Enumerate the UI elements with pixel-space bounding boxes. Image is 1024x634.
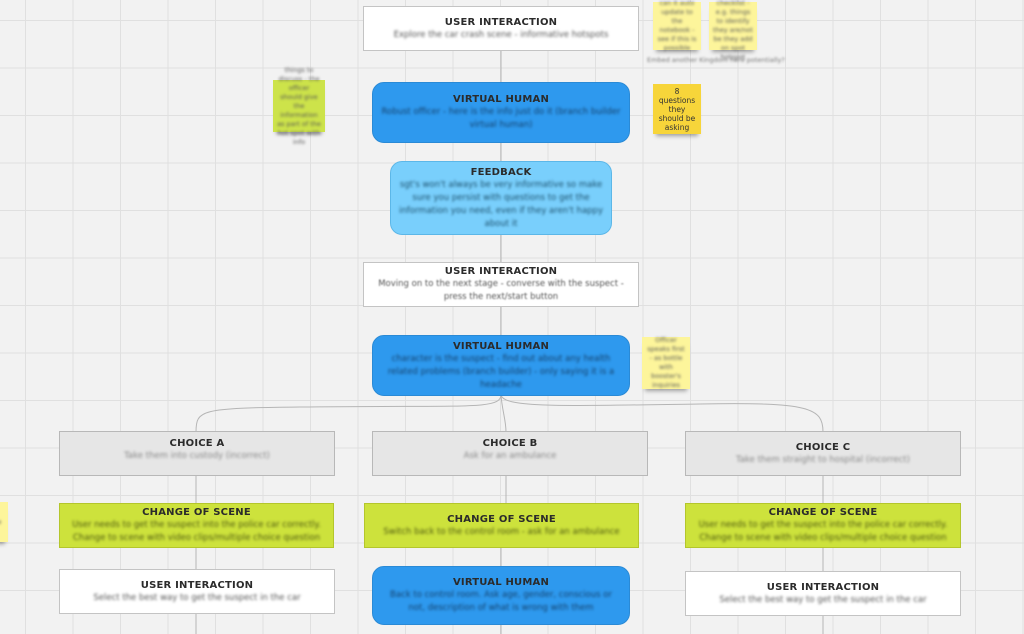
user-interaction-node-explore[interactable]: USER INTERACTION Explore the car crash s… [363,6,639,51]
node-title: CHANGE OF SCENE [447,513,556,525]
sticky-note-left-edge[interactable]: note [0,502,8,542]
sticky-note-officer[interactable]: Officer speaks first - as bottle with bo… [642,336,690,389]
connector-vh2-choice-c [500,394,824,433]
user-interaction-node-choice-a[interactable]: USER INTERACTION Select the best way to … [59,569,335,614]
node-title: CHOICE B [482,438,538,449]
sticky-text: 8 questions they should be asking [658,86,696,132]
node-title: FEEDBACK [470,166,532,178]
node-body: Explore the car crash scene - informativ… [393,29,609,40]
node-body: Take them straight to hospital (incorrec… [736,454,910,465]
node-title: USER INTERACTION [444,16,558,28]
node-body: Select the best way to get the suspect i… [719,594,927,605]
node-body: sgt's won't always be very informative s… [399,179,603,229]
virtual-human-node-suspect[interactable]: VIRTUAL HUMAN character is the suspect -… [372,335,630,396]
node-title: CHOICE A [169,438,225,449]
user-interaction-node-choice-c[interactable]: USER INTERACTION Select the best way to … [685,571,961,616]
node-title: USER INTERACTION [140,579,254,591]
node-title: CHOICE C [795,441,851,453]
sticky-text: things to discuss - the officer should g… [277,65,321,146]
connector-vh2-choice-a [195,394,502,433]
choice-b-node[interactable]: CHOICE B Ask for an ambulance [372,431,648,476]
node-title: VIRTUAL HUMAN [452,577,550,588]
virtual-human-node-control-room[interactable]: VIRTUAL HUMAN Back to control room. Ask … [372,566,630,625]
node-body: User needs to get the suspect into the p… [72,520,321,543]
sticky-note-auto-update[interactable]: can it auto update to the notebook - see… [653,0,701,52]
node-body: Moving on to the next stage - converse w… [378,279,624,302]
sticky-caption: Embed another Kingdom here potentially? [647,56,785,64]
change-of-scene-node-c[interactable]: CHANGE OF SCENE User needs to get the su… [685,503,961,548]
sticky-note-hidden-checklist[interactable]: hidden checklist - e.g. things to identi… [709,0,757,61]
node-title: CHANGE OF SCENE [768,507,878,518]
node-body: Take them into custody (incorrect) [124,451,270,461]
connector-vh2-choice-b [500,394,507,433]
node-body: Select the best way to get the suspect i… [93,592,301,603]
node-title: VIRTUAL HUMAN [452,94,550,105]
sticky-note-green[interactable]: things to discuss - the officer should g… [273,66,325,146]
node-body: Robust officer - here is the info just d… [381,107,621,130]
change-of-scene-node-b[interactable]: CHANGE OF SCENE Switch back to the contr… [364,503,639,548]
sticky-text: hidden checklist - e.g. things to identi… [713,0,753,61]
sticky-text: Officer speaks first - as bottle with bo… [647,336,685,389]
node-body: character is the suspect - find out abou… [387,353,615,390]
choice-a-node[interactable]: CHOICE A Take them into custody (incorre… [59,431,335,476]
node-title: USER INTERACTION [766,581,880,593]
node-body: Back to control room. Ask age, gender, c… [390,590,612,613]
node-body: User needs to get the suspect into the p… [698,520,948,543]
node-body: Ask for an ambulance [463,451,557,461]
feedback-node[interactable]: FEEDBACK sgt's won't always be very info… [390,161,612,235]
whiteboard-canvas[interactable]: USER INTERACTION Explore the car crash s… [0,0,1024,634]
sticky-note-questions[interactable]: 8 questions they should be asking [653,84,701,134]
node-title: VIRTUAL HUMAN [452,340,550,352]
node-title: USER INTERACTION [444,266,558,277]
virtual-human-node-officer[interactable]: VIRTUAL HUMAN Robust officer - here is t… [372,82,630,143]
sticky-text: can it auto update to the notebook - see… [657,0,697,52]
sticky-text: note [0,518,1,527]
change-of-scene-node-a[interactable]: CHANGE OF SCENE User needs to get the su… [59,503,334,548]
node-body: Switch back to the control room - ask fo… [383,526,620,537]
choice-c-node[interactable]: CHOICE C Take them straight to hospital … [685,431,961,476]
node-title: CHANGE OF SCENE [142,507,251,518]
user-interaction-node-next-stage[interactable]: USER INTERACTION Moving on to the next s… [363,262,639,307]
